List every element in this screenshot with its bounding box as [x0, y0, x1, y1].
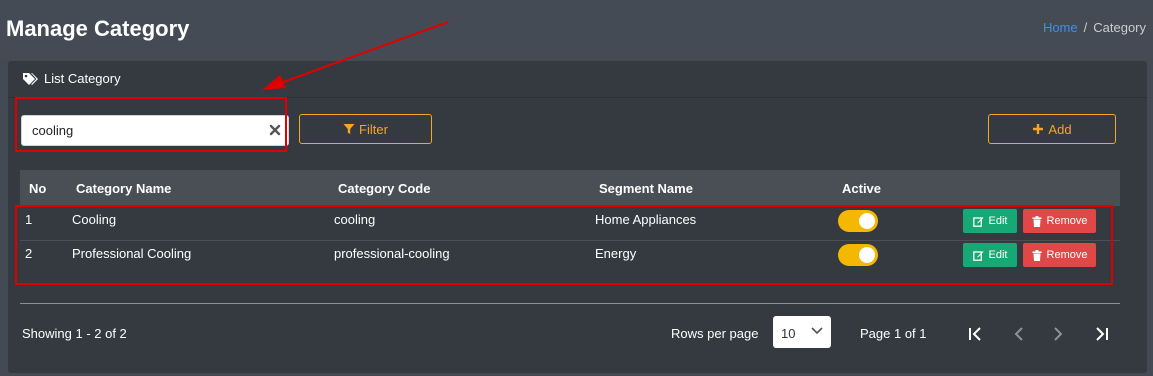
tags-icon — [23, 72, 38, 85]
column-header-category-name[interactable]: Category Name — [76, 181, 171, 196]
previous-page-icon[interactable] — [1008, 323, 1030, 345]
last-page-icon[interactable] — [1090, 323, 1112, 345]
rows-per-page-select[interactable]: 10 — [773, 316, 831, 348]
first-page-icon[interactable] — [965, 323, 987, 345]
filter-button-label: Filter — [359, 121, 388, 137]
add-button[interactable]: Add — [988, 114, 1116, 144]
column-header-category-code[interactable]: Category Code — [338, 181, 430, 196]
showing-count: Showing 1 - 2 of 2 — [22, 326, 127, 341]
rows-per-page-value: 10 — [781, 326, 796, 341]
column-header-segment-name[interactable]: Segment Name — [599, 181, 693, 196]
search-highlight-box — [15, 97, 287, 152]
breadcrumb-separator: / — [1083, 20, 1088, 35]
card-title-label: List Category — [44, 71, 121, 86]
add-button-label: Add — [1048, 121, 1072, 137]
breadcrumb: Home / Category — [1043, 20, 1146, 35]
filter-icon — [343, 124, 355, 134]
page-title: Manage Category — [6, 16, 190, 41]
card-header: List Category — [8, 61, 1147, 98]
rows-per-page-label: Rows per page — [671, 326, 759, 341]
card-title: List Category — [22, 71, 121, 86]
table-header: No Category Name Category Code Segment N… — [20, 170, 1120, 206]
filter-button[interactable]: Filter — [299, 114, 432, 144]
next-page-icon[interactable] — [1047, 323, 1069, 345]
column-header-active[interactable]: Active — [842, 181, 881, 196]
page-info: Page 1 of 1 — [860, 326, 927, 341]
breadcrumb-home-link[interactable]: Home — [1043, 20, 1078, 35]
rows-highlight-box — [15, 205, 1113, 285]
table-divider — [20, 303, 1120, 304]
breadcrumb-current: Category — [1093, 20, 1146, 35]
page-header: Manage Category Home / Category — [0, 0, 1153, 60]
plus-icon — [1033, 124, 1044, 134]
column-header-no[interactable]: No — [29, 181, 46, 196]
chevron-down-icon — [811, 327, 823, 335]
